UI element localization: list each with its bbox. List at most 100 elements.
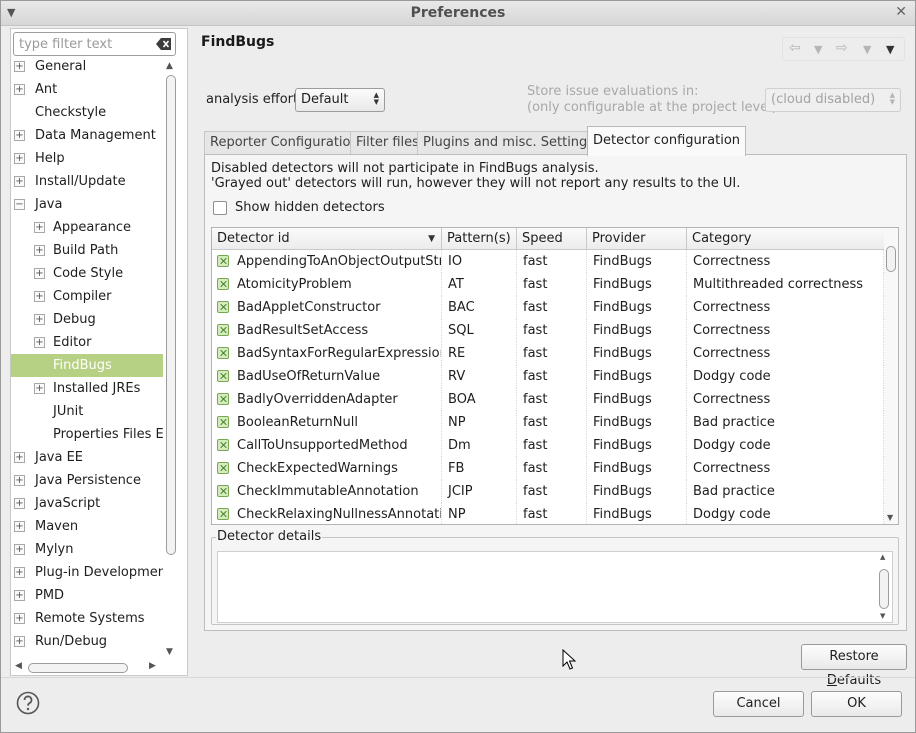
table-row[interactable]: BadlyOverriddenAdapter BOA fast FindBugs Cor… bbox=[212, 388, 884, 411]
detector-enabled-checkbox[interactable] bbox=[217, 278, 229, 290]
tree-item-pmd[interactable]: + PMD bbox=[11, 584, 163, 607]
scroll-down-icon[interactable]: ▼ bbox=[887, 513, 893, 522]
tree-item-general[interactable]: + General bbox=[11, 57, 163, 78]
tree-item-code-style[interactable]: + Code Style bbox=[11, 262, 163, 285]
tree-item-findbugs[interactable]: FindBugs bbox=[11, 354, 163, 377]
detector-details-text[interactable]: ▲ ▼ bbox=[217, 551, 893, 623]
filter-input[interactable] bbox=[17, 35, 152, 53]
scroll-down-icon[interactable]: ▼ bbox=[880, 612, 885, 620]
tree-item-debug[interactable]: + Debug bbox=[11, 308, 163, 331]
scroll-thumb[interactable] bbox=[28, 663, 128, 673]
expand-icon[interactable]: + bbox=[34, 337, 45, 348]
expand-icon[interactable]: + bbox=[14, 521, 25, 532]
table-row[interactable]: CheckImmutableAnnotation JCIP fast FindBugs… bbox=[212, 480, 884, 503]
scroll-thumb[interactable] bbox=[166, 75, 176, 555]
expand-icon[interactable]: + bbox=[14, 452, 25, 463]
tree-item-editor[interactable]: + Editor bbox=[11, 331, 163, 354]
detector-enabled-checkbox[interactable] bbox=[217, 508, 229, 520]
expand-icon[interactable]: + bbox=[14, 567, 25, 578]
cancel-button[interactable]: Cancel bbox=[713, 691, 804, 717]
tree-item-junit[interactable]: JUnit bbox=[11, 400, 163, 423]
collapse-icon[interactable]: − bbox=[14, 199, 25, 210]
expand-icon[interactable]: + bbox=[14, 475, 25, 486]
detector-enabled-checkbox[interactable] bbox=[217, 462, 229, 474]
expand-icon[interactable]: + bbox=[14, 130, 25, 141]
expand-icon[interactable]: + bbox=[34, 314, 45, 325]
scroll-right-icon[interactable]: ▶ bbox=[149, 661, 156, 671]
help-icon[interactable] bbox=[12, 687, 44, 719]
scroll-thumb[interactable] bbox=[879, 569, 889, 609]
tab-reporter-configuration[interactable]: Reporter Configuration bbox=[204, 131, 365, 155]
expand-icon[interactable]: + bbox=[34, 222, 45, 233]
detector-enabled-checkbox[interactable] bbox=[217, 324, 229, 336]
tree-item-build-path[interactable]: + Build Path bbox=[11, 239, 163, 262]
column-speed[interactable]: Speed bbox=[517, 228, 587, 250]
table-row[interactable]: CallToUnsupportedMethod Dm fast FindBugs Dod… bbox=[212, 434, 884, 457]
column-category[interactable]: Category bbox=[687, 228, 884, 250]
filter-field[interactable] bbox=[13, 32, 176, 56]
expand-icon[interactable]: + bbox=[14, 544, 25, 555]
column-provider[interactable]: Provider bbox=[587, 228, 687, 250]
scroll-left-icon[interactable]: ◀ bbox=[15, 661, 22, 671]
expand-icon[interactable]: + bbox=[14, 613, 25, 624]
tree-item-maven[interactable]: + Maven bbox=[11, 515, 163, 538]
table-row[interactable]: BadSyntaxForRegularExpression RE fast FindB… bbox=[212, 342, 884, 365]
forward-arrow-icon[interactable]: ⇨ bbox=[836, 40, 848, 56]
tab-plugins-settings[interactable]: Plugins and misc. Settings bbox=[417, 131, 601, 155]
expand-icon[interactable]: + bbox=[34, 383, 45, 394]
view-menu-icon[interactable]: ▼ bbox=[886, 43, 894, 56]
tree-item-help[interactable]: + Help bbox=[11, 147, 163, 170]
detector-enabled-checkbox[interactable] bbox=[217, 416, 229, 428]
expand-icon[interactable]: + bbox=[34, 291, 45, 302]
detector-enabled-checkbox[interactable] bbox=[217, 347, 229, 359]
tree-item-checkstyle[interactable]: Checkstyle bbox=[11, 101, 163, 124]
scroll-thumb[interactable] bbox=[886, 246, 896, 272]
tree-item-remote-systems[interactable]: + Remote Systems bbox=[11, 607, 163, 630]
tree-item-compiler[interactable]: + Compiler bbox=[11, 285, 163, 308]
expand-icon[interactable]: + bbox=[14, 590, 25, 601]
expand-icon[interactable]: + bbox=[14, 498, 25, 509]
tree-vertical-scrollbar[interactable]: ▲ ▼ bbox=[164, 57, 178, 662]
tree-item-appearance[interactable]: + Appearance bbox=[11, 216, 163, 239]
tree-horizontal-scrollbar[interactable]: ◀ ▶ bbox=[11, 661, 163, 675]
tree-item-data-management[interactable]: + Data Management bbox=[11, 124, 163, 147]
tree-item-run-debug[interactable]: + Run/Debug bbox=[11, 630, 163, 653]
expand-icon[interactable]: + bbox=[14, 636, 25, 647]
tree-item-ant[interactable]: + Ant bbox=[11, 78, 163, 101]
tree-item-installed-jres[interactable]: + Installed JREs bbox=[11, 377, 163, 400]
restore-defaults-button[interactable]: Restore Defaults bbox=[801, 644, 907, 688]
expand-icon[interactable]: + bbox=[14, 153, 25, 164]
table-row[interactable]: CheckExpectedWarnings FB fast FindBugs Corre… bbox=[212, 457, 884, 480]
detector-enabled-checkbox[interactable] bbox=[217, 485, 229, 497]
tree-item-install-update[interactable]: + Install/Update bbox=[11, 170, 163, 193]
table-row[interactable]: BadResultSetAccess SQL fast FindBugs Correct… bbox=[212, 319, 884, 342]
scroll-down-icon[interactable]: ▼ bbox=[166, 647, 173, 657]
show-hidden-detectors-checkbox[interactable] bbox=[213, 201, 227, 215]
table-vertical-scrollbar[interactable]: ▼ bbox=[884, 228, 898, 524]
tree-item-java-ee[interactable]: + Java EE bbox=[11, 446, 163, 469]
expand-icon[interactable]: + bbox=[14, 61, 25, 72]
tree-item-javascript[interactable]: + JavaScript bbox=[11, 492, 163, 515]
expand-icon[interactable]: + bbox=[34, 245, 45, 256]
table-row[interactable]: AppendingToAnObjectOutputStream IO fast Fin… bbox=[212, 250, 884, 273]
table-row[interactable]: CheckRelaxingNullnessAnnotation NP fast Fin… bbox=[212, 503, 884, 524]
detector-enabled-checkbox[interactable] bbox=[217, 255, 229, 267]
details-vertical-scrollbar[interactable]: ▲ ▼ bbox=[877, 553, 891, 621]
analysis-effort-select[interactable]: Default ▲ ▼ bbox=[295, 88, 385, 112]
column-patterns[interactable]: Pattern(s) bbox=[442, 228, 517, 250]
detector-enabled-checkbox[interactable] bbox=[217, 393, 229, 405]
tree-item-mylyn[interactable]: + Mylyn bbox=[11, 538, 163, 561]
forward-menu-icon[interactable]: ▼ bbox=[863, 43, 871, 56]
table-row[interactable]: BadUseOfReturnValue RV fast FindBugs Dodgy c… bbox=[212, 365, 884, 388]
close-icon[interactable]: ✕ bbox=[895, 4, 907, 20]
tree-item-properties-files-ed[interactable]: Properties Files Ed bbox=[11, 423, 163, 446]
back-arrow-icon[interactable]: ⇦ bbox=[789, 40, 801, 56]
scroll-up-icon[interactable]: ▲ bbox=[880, 553, 885, 561]
tab-filter-files[interactable]: Filter files bbox=[350, 131, 425, 155]
table-row[interactable]: AtomicityProblem AT fast FindBugs Multithrea… bbox=[212, 273, 884, 296]
tree-item-java[interactable]: − Java bbox=[11, 193, 163, 216]
tree-item-plug-in-development[interactable]: + Plug-in Development bbox=[11, 561, 163, 584]
back-menu-icon[interactable]: ▼ bbox=[814, 43, 822, 56]
detector-enabled-checkbox[interactable] bbox=[217, 301, 229, 313]
tree-item-java-persistence[interactable]: + Java Persistence bbox=[11, 469, 163, 492]
